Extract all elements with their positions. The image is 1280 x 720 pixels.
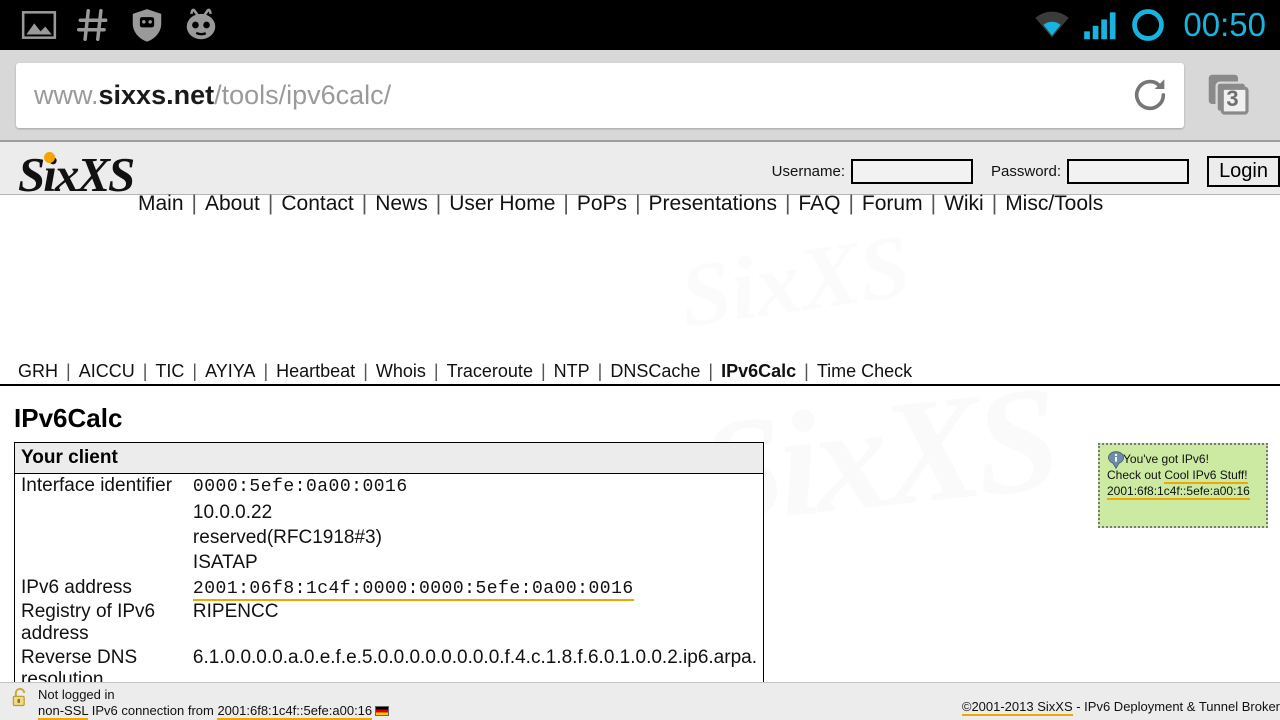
info-icon: [1108, 451, 1124, 470]
footer-status-area: Not logged in non-SSL IPv6 connection fr…: [10, 687, 390, 720]
footer-connection-mid: IPv6 connection from: [88, 703, 218, 718]
password-label: Password:: [991, 163, 1062, 180]
subnav-item-time-check[interactable]: Time Check: [809, 361, 920, 382]
nav-item-misc-tools[interactable]: Misc/Tools: [997, 192, 1111, 216]
browser-toolbar: www.sixxs.net/tools/ipv6calc/ 3: [0, 50, 1280, 140]
row-label-interface-identifier: Interface identifier: [21, 475, 173, 496]
reload-button[interactable]: [1124, 69, 1176, 121]
tab-count-label: 3: [1226, 86, 1239, 111]
row-value-registry: RIPENCC: [192, 601, 279, 622]
subnav-item-whois[interactable]: Whois: [368, 361, 434, 382]
page-content: IPv6Calc Your client Interface identifie…: [0, 390, 1280, 720]
logo-text: SixXS: [18, 147, 135, 202]
ipv6-notification-box: You've got IPv6! Check out Cool IPv6 Stu…: [1098, 443, 1268, 528]
table-header-your-client: Your client: [14, 442, 764, 474]
row-value-interface-identifier: 0000:5efe:0a00:0016 10.0.0.22 reserved(R…: [187, 474, 764, 577]
nav-item-user-home[interactable]: User Home: [441, 192, 563, 216]
nav-item-main[interactable]: Main: [130, 192, 192, 216]
subnav-item-ntp[interactable]: NTP: [546, 361, 598, 382]
nav-item-faq[interactable]: FAQ: [790, 192, 848, 216]
signal-bars-icon: [1084, 12, 1116, 40]
url-scheme: www.: [34, 79, 99, 110]
sixxs-logo[interactable]: SixXS: [18, 146, 135, 203]
table-row: Registry of IPv6 address RIPENCC: [15, 600, 764, 646]
hash-icon: [77, 9, 108, 41]
non-ssl-link[interactable]: non-SSL: [38, 703, 89, 720]
password-input[interactable]: [1067, 159, 1190, 184]
footer-ipv6-address-link[interactable]: 2001:6f8:1c4f::5efe:a00:16: [217, 703, 373, 720]
interface-identifier-isatap: ISATAP: [192, 552, 258, 573]
nav-item-news[interactable]: News: [367, 192, 436, 216]
nav-item-about[interactable]: About: [197, 192, 268, 216]
circle-icon: [1132, 9, 1165, 41]
username-label: Username:: [771, 163, 846, 180]
main-navigation: Main | About | Contact | News | User Home | P…: [130, 192, 1111, 216]
ipv6-notification-line3: 2001:6f8:1c4f::5efe:a00:16: [1107, 483, 1260, 500]
wifi-icon: [1035, 11, 1070, 38]
copyright-rest: - IPv6 Deployment & Tunnel Broker: [1072, 699, 1280, 714]
address-bar[interactable]: www.sixxs.net/tools/ipv6calc/: [16, 62, 1184, 128]
row-value-ipv6-address: 2001:06f8:1c4f:0000:0000:5efe:0a00:0016: [187, 576, 764, 601]
login-bar: Username: Password: Login: [772, 156, 1280, 187]
interface-identifier-hex: 0000:5efe:0a00:0016: [192, 477, 408, 497]
logo-dot-icon: [44, 152, 55, 163]
ipv6-checkout-pre: Check out: [1107, 468, 1165, 482]
url-host: sixxs.net: [98, 79, 215, 110]
table-row: Interface identifier 0000:5efe:0a00:0016…: [15, 474, 764, 577]
ipv6-notification-line1: You've got IPv6!: [1107, 451, 1260, 470]
ipv6-notification-text: You've got IPv6!: [1123, 452, 1209, 466]
nav-item-pops[interactable]: PoPs: [569, 192, 635, 216]
footer-connection-line: non-SSL IPv6 connection from 2001:6f8:1c…: [38, 703, 390, 720]
interface-identifier-ipv4: 10.0.0.22: [192, 502, 273, 523]
subnav-item-ipv6calc[interactable]: IPv6Calc: [713, 361, 804, 382]
shield-icon: [132, 9, 162, 42]
tab-switcher-button[interactable]: 3: [1198, 64, 1260, 126]
ipv6-notification-line2: Check out Cool IPv6 Stuff!: [1107, 467, 1260, 484]
login-button[interactable]: Login: [1207, 156, 1280, 187]
nav-item-wiki[interactable]: Wiki: [936, 192, 992, 216]
status-clock: 00:50: [1183, 6, 1266, 43]
page-title: IPv6Calc: [14, 403, 123, 433]
footer-status-text: Not logged in non-SSL IPv6 connection fr…: [38, 687, 390, 720]
client-info-table: Your client Interface identifier 0000:5e…: [14, 442, 764, 720]
subnav-item-ayiya[interactable]: AYIYA: [197, 361, 263, 382]
cyanogenmod-icon: [186, 8, 216, 40]
row-label-ipv6-address: IPv6 address: [21, 577, 132, 598]
subnav-item-grh[interactable]: GRH: [10, 361, 66, 382]
sixxs-watermark-small: SixXS: [674, 216, 916, 347]
android-status-bar: 00:50: [0, 0, 1280, 50]
table-row: IPv6 address 2001:06f8:1c4f:0000:0000:5e…: [15, 576, 764, 601]
subnav-item-aiccu[interactable]: AICCU: [71, 361, 143, 382]
de-flag-icon: [375, 706, 390, 716]
url-text[interactable]: www.sixxs.net/tools/ipv6calc/: [16, 80, 391, 111]
url-path: /tools/ipv6calc/: [214, 79, 392, 110]
gallery-icon: [21, 11, 57, 39]
site-footer: Not logged in non-SSL IPv6 connection fr…: [0, 682, 1280, 720]
reload-icon: [1134, 79, 1166, 111]
web-page: SixXS SixXS SixXS Username: Password: Lo…: [0, 140, 1280, 720]
footer-login-status: Not logged in: [38, 687, 115, 702]
ipv6-address-link[interactable]: 2001:06f8:1c4f:0000:0000:5efe:0a00:0016: [192, 579, 634, 601]
nav-item-forum[interactable]: Forum: [854, 192, 931, 216]
unlocked-padlock-icon: [12, 687, 26, 707]
status-system-icons: 00:50: [1033, 6, 1280, 44]
footer-copyright: ©2001-2013 SixXS - IPv6 Deployment & Tun…: [961, 699, 1280, 716]
username-input[interactable]: [851, 159, 974, 184]
status-notification-icons: [0, 6, 220, 44]
nav-item-contact[interactable]: Contact: [273, 192, 361, 216]
nav-item-presentations[interactable]: Presentations: [641, 192, 785, 216]
subnav-item-dnscache[interactable]: DNSCache: [602, 361, 708, 382]
subnav-item-tic[interactable]: TIC: [147, 361, 192, 382]
interface-identifier-reserved: reserved(RFC1918#3): [192, 527, 382, 548]
subnav-item-traceroute[interactable]: Traceroute: [439, 361, 541, 382]
cool-ipv6-stuff-link[interactable]: Cool IPv6 Stuff!: [1164, 468, 1248, 484]
copyright-link[interactable]: ©2001-2013 SixXS: [961, 699, 1073, 716]
subnav-item-heartbeat[interactable]: Heartbeat: [268, 361, 363, 382]
ipv6-address-notification-link[interactable]: 2001:6f8:1c4f::5efe:a00:16: [1107, 484, 1250, 500]
row-label-registry: Registry of IPv6 address: [21, 601, 156, 644]
sub-navigation: GRH | AICCU | TIC | AYIYA | Heartbeat | Whois…: [0, 359, 1280, 386]
site-header: SixXS Username: Password: Login: [0, 140, 1280, 202]
table-header-row: Your client: [14, 442, 764, 474]
